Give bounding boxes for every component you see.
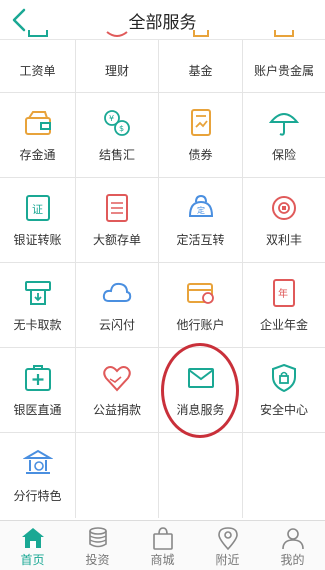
service-label: 安全中心 <box>259 403 308 417</box>
shield-lock-icon <box>272 364 296 392</box>
service-label: 定活互转 <box>176 233 225 247</box>
service-bond[interactable]: 债券 <box>159 93 243 177</box>
tab-label: 我的 <box>280 553 305 567</box>
service-current-fixed-transfer[interactable]: 定 定活互转 <box>159 178 243 262</box>
service-label: 银证转账 <box>13 233 62 247</box>
service-insurance[interactable]: 保险 <box>243 93 325 177</box>
svg-text:证: 证 <box>32 203 43 216</box>
fund-icon <box>192 30 209 37</box>
service-label: 双利丰 <box>265 233 302 247</box>
service-label: 结售汇 <box>98 148 135 162</box>
location-pin-icon <box>217 527 238 550</box>
service-bank-medical[interactable]: 银医直通 <box>0 348 76 432</box>
service-enterprise-annuity[interactable]: 年 企业年金 <box>243 263 325 347</box>
payslip-icon <box>27 30 48 37</box>
medical-icon <box>24 365 51 391</box>
service-grid: 工资单 理财 基金 账户贵金属 存金通 ¥ $ 结售汇 债券 保险 证 银证转账… <box>0 30 325 518</box>
service-row: 工资单 理财 基金 账户贵金属 <box>0 30 325 93</box>
coin-stack-icon <box>88 527 107 548</box>
empty-cell <box>76 433 159 518</box>
service-cardless-withdrawal[interactable]: 无卡取款 <box>0 263 76 347</box>
service-gold-deposit[interactable]: 存金通 <box>0 93 76 177</box>
service-label: 银医直通 <box>13 403 62 417</box>
wealth-icon <box>106 31 128 37</box>
service-label: 基金 <box>188 64 213 78</box>
user-icon <box>281 528 304 550</box>
service-label: 账户贵金属 <box>253 64 314 78</box>
service-precious-metal[interactable]: 账户贵金属 <box>243 30 325 92</box>
tab-nearby[interactable]: 附近 <box>195 521 260 570</box>
tab-label: 首页 <box>20 553 45 567</box>
certificate-icon: 证 <box>25 195 50 221</box>
service-row: 存金通 ¥ $ 结售汇 债券 保险 <box>0 93 325 178</box>
service-label: 债券 <box>188 148 213 162</box>
shopping-bag-icon <box>152 527 173 550</box>
service-label: 公益捐款 <box>92 403 141 417</box>
tab-label: 附近 <box>215 553 240 567</box>
service-label: 他行账户 <box>176 318 225 332</box>
coin-purse-icon: 定 <box>188 194 213 217</box>
service-label: 工资单 <box>19 64 56 78</box>
tab-me[interactable]: 我的 <box>260 521 325 570</box>
service-bank-securities[interactable]: 证 银证转账 <box>0 178 76 262</box>
service-label: 无卡取款 <box>13 318 62 332</box>
service-label: 分行特色 <box>13 489 62 503</box>
service-dual-interest[interactable]: 双利丰 <box>243 178 325 262</box>
service-security-center[interactable]: 安全中心 <box>243 348 325 432</box>
deposit-icon <box>106 194 128 222</box>
home-icon <box>21 528 44 548</box>
service-label: 理财 <box>104 64 129 78</box>
bottom-tab-bar: 首页 投资 商城 附近 我的 <box>0 520 325 570</box>
service-label: 保险 <box>271 148 296 162</box>
card-icon <box>186 283 214 304</box>
service-quickpass[interactable]: 云闪付 <box>76 263 159 347</box>
svg-text:¥: ¥ <box>109 114 114 123</box>
heart-hands-icon <box>103 366 131 392</box>
empty-cell <box>159 433 243 518</box>
service-payslip[interactable]: 工资单 <box>0 30 76 92</box>
svg-text:$: $ <box>119 124 124 133</box>
tab-label: 投资 <box>85 553 110 567</box>
service-large-deposit[interactable]: 大额存单 <box>76 178 159 262</box>
service-branch-feature[interactable]: 分行特色 <box>0 433 76 518</box>
gold-icon <box>274 30 294 37</box>
service-charity-donation[interactable]: 公益捐款 <box>76 348 159 432</box>
cloud-icon <box>102 282 132 302</box>
empty-cell <box>243 433 325 518</box>
service-fund[interactable]: 基金 <box>159 30 243 92</box>
tab-label: 商城 <box>150 553 175 567</box>
tab-mall[interactable]: 商城 <box>130 521 195 570</box>
service-other-bank-account[interactable]: 他行账户 <box>159 263 243 347</box>
service-row: 无卡取款 云闪付 他行账户 年 企业年金 <box>0 263 325 348</box>
service-row: 分行特色 <box>0 433 325 518</box>
service-label: 大额存单 <box>92 233 141 247</box>
service-label: 企业年金 <box>259 318 308 332</box>
service-row: 证 银证转账 大额存单 定 定活互转 双利丰 <box>0 178 325 263</box>
service-label: 云闪付 <box>98 318 135 332</box>
coins-icon <box>272 196 296 220</box>
service-wealth[interactable]: 理财 <box>76 31 159 92</box>
atm-icon <box>24 281 51 305</box>
bond-icon <box>190 109 211 136</box>
pension-icon: 年 <box>273 279 295 307</box>
exchange-icon: ¥ $ <box>104 110 130 136</box>
svg-text:定: 定 <box>197 205 205 215</box>
svg-text:年: 年 <box>278 287 288 300</box>
highlight-circle <box>161 343 239 438</box>
umbrella-icon <box>269 113 299 136</box>
service-label: 存金通 <box>19 148 56 162</box>
wallet-icon <box>24 111 51 135</box>
bank-building-icon <box>22 449 53 474</box>
tab-invest[interactable]: 投资 <box>65 521 130 570</box>
service-fx[interactable]: ¥ $ 结售汇 <box>76 93 159 177</box>
tab-home[interactable]: 首页 <box>0 521 65 570</box>
